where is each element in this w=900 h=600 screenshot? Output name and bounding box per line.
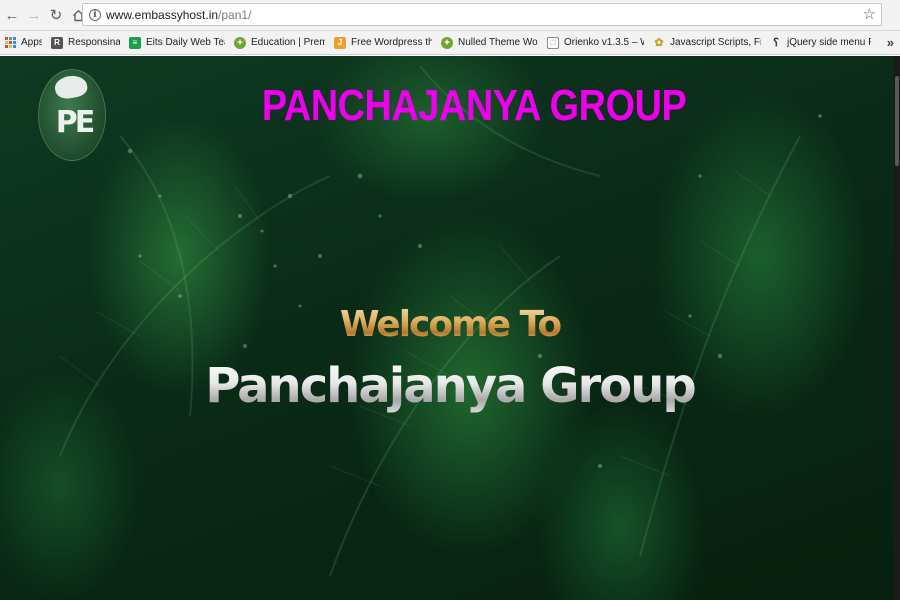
leaf-icon: ✿ bbox=[654, 37, 664, 49]
envato-icon: ✦ bbox=[234, 36, 246, 49]
bookmark-apps[interactable]: Apps bbox=[0, 33, 46, 53]
bookmarks-bar: Apps R Responsinator ≡ Eits Daily Web Te… bbox=[0, 31, 900, 55]
bookmark-free-wordpress[interactable]: J Free Wordpress them bbox=[329, 33, 436, 53]
bookmark-label: Javascript Scripts, Fre bbox=[670, 37, 761, 48]
bookmark-education[interactable]: ✦ Education | Premium bbox=[229, 33, 329, 53]
bookmark-nulled-theme[interactable]: ✦ Nulled Theme Wordp bbox=[436, 33, 542, 53]
r-badge-icon: R bbox=[51, 36, 63, 49]
apps-grid-icon bbox=[5, 37, 16, 48]
browser-toolbar: ← → ↻ i www.embassyhost.in/pan1/ ☆ bbox=[0, 0, 900, 31]
bookmark-label: Orienko v1.3.5 – Woo bbox=[564, 37, 644, 48]
bookmark-label: Nulled Theme Wordp bbox=[458, 37, 538, 48]
page-scrollbar[interactable] bbox=[894, 56, 900, 600]
address-bar[interactable]: i www.embassyhost.in/pan1/ ☆ bbox=[82, 3, 882, 26]
hero-section: PE PANCHAJANYA GROUP Welcome To Panchaja… bbox=[0, 56, 900, 600]
back-button[interactable]: ← bbox=[2, 4, 22, 26]
bookmark-label: Education | Premium bbox=[251, 37, 325, 48]
bookmark-jquery-side-menu[interactable]: ؟ jQuery side menu Plu bbox=[765, 33, 875, 53]
arrow-right-icon: → bbox=[26, 6, 42, 24]
swirl-icon: ؟ bbox=[773, 37, 779, 49]
bookmark-label: jQuery side menu Plu bbox=[787, 37, 871, 48]
reload-icon: ↻ bbox=[49, 7, 63, 24]
reload-button[interactable]: ↻ bbox=[46, 4, 66, 26]
forward-button[interactable]: → bbox=[24, 4, 44, 26]
bookmark-label: Free Wordpress them bbox=[351, 37, 432, 48]
info-icon[interactable]: i bbox=[89, 8, 101, 21]
document-icon: □ bbox=[547, 36, 559, 49]
j-badge-icon: J bbox=[334, 36, 346, 49]
bookmark-label: Apps bbox=[21, 37, 42, 48]
bookmark-javascript-scripts[interactable]: ✿ Javascript Scripts, Fre bbox=[648, 33, 765, 53]
url-path: /pan1/ bbox=[218, 7, 252, 22]
bookmark-orienko[interactable]: □ Orienko v1.3.5 – Woo bbox=[542, 33, 648, 53]
sheets-icon: ≡ bbox=[129, 36, 141, 49]
bookmark-responsinator[interactable]: R Responsinator bbox=[46, 33, 124, 53]
more-bookmarks-icon[interactable]: » bbox=[887, 35, 894, 50]
bookmark-label: Responsinator bbox=[68, 37, 120, 48]
url-host: www.embassyhost.in bbox=[106, 7, 219, 22]
brand-title: PANCHAJANYA GROUP bbox=[261, 81, 687, 130]
bookmark-star-icon[interactable]: ☆ bbox=[863, 5, 876, 23]
welcome-heading: Welcome To bbox=[0, 304, 900, 345]
url-text[interactable]: www.embassyhost.in/pan1/ bbox=[106, 8, 251, 22]
bookmark-eits-daily[interactable]: ≡ Eits Daily Web Team bbox=[124, 33, 229, 53]
hero-company-name: Panchajanya Group bbox=[0, 358, 900, 414]
arrow-left-icon: ← bbox=[4, 6, 20, 24]
scrollbar-thumb[interactable] bbox=[895, 76, 899, 166]
envato-icon: ✦ bbox=[441, 36, 453, 49]
bookmark-label: Eits Daily Web Team bbox=[146, 37, 225, 48]
